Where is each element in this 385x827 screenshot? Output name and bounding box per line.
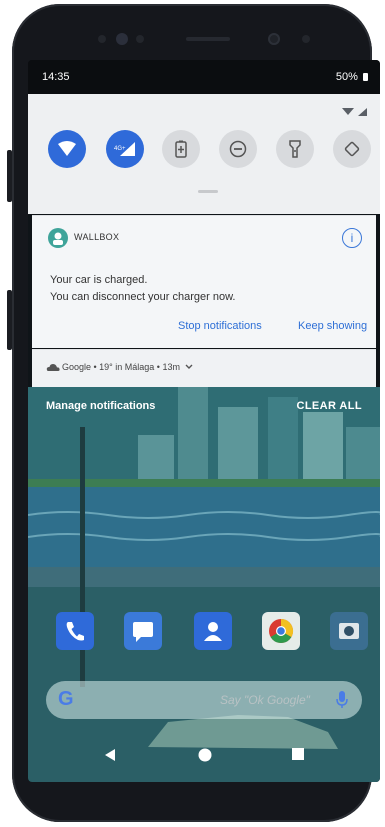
chevron-down-icon: [185, 364, 193, 369]
panel-expand-handle[interactable]: [198, 190, 218, 193]
cloud-icon: [46, 364, 60, 371]
mobile-data-tile[interactable]: 4G+: [106, 130, 144, 168]
earpiece-grill: [186, 37, 230, 41]
manage-notifications-button[interactable]: Manage notifications: [46, 400, 155, 412]
battery-icon: [363, 73, 368, 81]
battery-saver-icon: [175, 140, 187, 158]
messages-icon: [133, 622, 153, 642]
wifi-icon: [58, 141, 76, 156]
iris-sensor: [116, 33, 128, 45]
camera-app[interactable]: [330, 612, 368, 650]
messages-app[interactable]: [124, 612, 162, 650]
chrome-app[interactable]: [262, 612, 300, 650]
signal-icons: [342, 104, 368, 122]
keep-showing-button[interactable]: Keep showing: [298, 320, 367, 332]
recents-icon[interactable]: [292, 748, 304, 760]
sensor-dot: [136, 35, 144, 43]
bixby-button: [7, 290, 12, 350]
wallbox-app-icon: [48, 228, 68, 248]
do-not-disturb-icon: [229, 140, 247, 158]
search-hint: Say "Ok Google": [220, 693, 310, 707]
contacts-icon: [204, 622, 222, 641]
notification-actions: Stop notifications Keep showing: [32, 320, 376, 338]
wifi-signal-icon: [342, 108, 367, 116]
stop-notifications-button[interactable]: Stop notifications: [178, 320, 262, 332]
google-search-bar[interactable]: G Say "Ok Google": [46, 681, 362, 719]
wallbox-notification[interactable]: WALLBOX i Your car is charged. You can d…: [32, 215, 376, 348]
auto-rotate-icon: [344, 141, 360, 157]
mic-icon[interactable]: [336, 691, 348, 709]
auto-rotate-tile[interactable]: [333, 130, 371, 168]
cell-signal-icon: 4G+: [114, 142, 135, 156]
phone-frame: 14:35 50% 4G+ WALLBOX i Your car is char…: [7, 4, 380, 822]
status-time: 14:35: [42, 71, 70, 83]
flashlight-tile[interactable]: [276, 130, 314, 168]
volume-button: [7, 150, 12, 202]
chrome-icon: [269, 619, 294, 644]
wifi-tile[interactable]: [48, 130, 86, 168]
front-sensors: [72, 30, 332, 48]
quick-settings-panel: 4G+: [28, 94, 380, 214]
notification-line-2: You can disconnect your charger now.: [50, 291, 236, 303]
quick-settings-tiles: 4G+: [28, 130, 380, 180]
phone-icon: [66, 622, 84, 641]
status-battery: 50%: [336, 71, 368, 83]
battery-percent: 50%: [335, 71, 358, 83]
weather-summary: Google • 19° in Málaga • 13m: [62, 362, 180, 372]
front-camera: [268, 33, 280, 45]
screen: 14:35 50% 4G+ WALLBOX i Your car is char…: [28, 60, 380, 782]
google-g-icon: G: [58, 688, 74, 710]
city-beach-illustration: [28, 387, 380, 782]
wallbox-logo-icon: [53, 232, 63, 245]
network-type-label: 4G+: [114, 146, 126, 152]
clear-all-button[interactable]: CLEAR ALL: [296, 400, 362, 412]
sensor-dot: [98, 35, 106, 43]
back-icon[interactable]: [104, 748, 116, 762]
weather-text: Google • 19° in Málaga • 13m: [62, 362, 193, 372]
home-wallpaper: Manage notifications CLEAR ALL G Say "Ok…: [28, 387, 380, 782]
status-bar: 14:35 50%: [28, 60, 380, 94]
do-not-disturb-tile[interactable]: [219, 130, 257, 168]
phone-app[interactable]: [56, 612, 94, 650]
info-icon[interactable]: i: [342, 228, 362, 248]
contacts-app[interactable]: [194, 612, 232, 650]
weather-notification[interactable]: Google • 19° in Málaga • 13m: [32, 349, 376, 387]
navigation-bar: [28, 732, 380, 782]
notification-line-1: Your car is charged.: [50, 274, 148, 286]
notification-body: Your car is charged. You can disconnect …: [50, 272, 236, 306]
notification-app-name: WALLBOX: [74, 232, 120, 242]
camera-icon: [339, 623, 359, 639]
battery-saver-tile[interactable]: [162, 130, 200, 168]
flashlight-icon: [289, 140, 301, 158]
sensor-dot: [302, 35, 310, 43]
home-icon[interactable]: [198, 748, 212, 762]
